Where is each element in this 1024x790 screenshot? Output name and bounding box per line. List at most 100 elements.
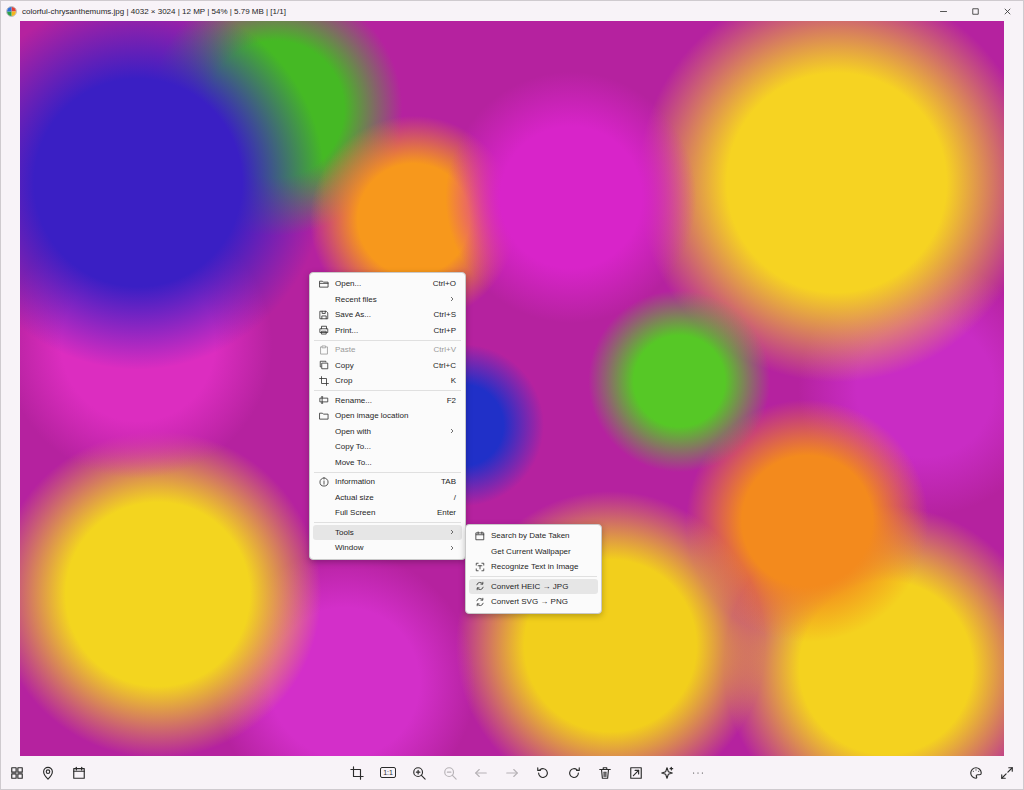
menu-item[interactable]: Open image location bbox=[313, 408, 462, 424]
toolbar-button[interactable] bbox=[344, 761, 370, 785]
submenu-item[interactable]: Recognize Text in Image bbox=[469, 559, 598, 575]
toolbar-button[interactable] bbox=[963, 761, 989, 785]
menu-item[interactable]: Print...Ctrl+P bbox=[313, 323, 462, 339]
submenu-chevron-icon bbox=[448, 544, 456, 552]
toolbar-button[interactable]: 1:1 bbox=[375, 761, 401, 785]
menu-item[interactable]: Open...Ctrl+O bbox=[313, 276, 462, 292]
menu-item[interactable]: Copy Ctrl+C bbox=[313, 358, 462, 374]
menu-item-shortcut: Ctrl+C bbox=[433, 361, 456, 370]
submenu-item-label: Recognize Text in Image bbox=[491, 562, 592, 571]
menu-item[interactable]: Crop K bbox=[313, 373, 462, 389]
menu-item-label: Copy bbox=[335, 361, 425, 370]
submenu-item[interactable]: Get Current Wallpaper bbox=[469, 544, 598, 560]
menu-item-label: Open... bbox=[335, 279, 425, 288]
toolbar-button[interactable] bbox=[994, 761, 1020, 785]
trash-icon bbox=[598, 766, 612, 780]
minimize-icon bbox=[938, 6, 949, 17]
menu-item-shortcut: K bbox=[451, 376, 456, 385]
clipboard-icon bbox=[319, 345, 329, 355]
submenu-item[interactable]: Convert HEIC → JPG bbox=[469, 579, 598, 595]
toolbar-button[interactable] bbox=[685, 761, 711, 785]
toolbar-button[interactable] bbox=[4, 761, 30, 785]
toolbar-center: 1:1 bbox=[344, 761, 711, 785]
title-bar: colorful-chrysanthemums.jpg | 4032 × 302… bbox=[1, 1, 1023, 21]
previous-arrow-icon bbox=[474, 766, 488, 780]
expand-icon bbox=[1000, 766, 1014, 780]
submenu-chevron-icon bbox=[448, 427, 456, 435]
zoom-in-icon bbox=[412, 766, 426, 780]
convert-arrows-icon bbox=[475, 581, 485, 591]
menu-item-shortcut: TAB bbox=[441, 477, 456, 486]
bottom-toolbar: 1:1 bbox=[1, 756, 1023, 789]
menu-item-shortcut: F2 bbox=[447, 396, 456, 405]
rotate-right-icon bbox=[567, 766, 581, 780]
actual-size-label: 1:1 bbox=[380, 767, 396, 778]
menu-item[interactable]: Copy To... bbox=[313, 439, 462, 455]
toolbar-button[interactable] bbox=[654, 761, 680, 785]
min-button[interactable] bbox=[927, 1, 959, 21]
menu-item[interactable]: Recent files bbox=[313, 292, 462, 308]
rotate-left-icon bbox=[536, 766, 550, 780]
menu-item-label: Actual size bbox=[335, 493, 446, 502]
convert-arrows-icon bbox=[475, 597, 485, 607]
photo[interactable] bbox=[20, 21, 1004, 756]
menu-item-shortcut: Ctrl+V bbox=[434, 345, 456, 354]
toolbar-left bbox=[4, 761, 92, 785]
menu-separator bbox=[314, 390, 461, 391]
toolbar-button[interactable] bbox=[468, 761, 494, 785]
toolbar-right bbox=[963, 761, 1020, 785]
save-icon bbox=[319, 310, 329, 320]
crop-icon bbox=[350, 766, 364, 780]
toolbar-button[interactable] bbox=[623, 761, 649, 785]
toolbar-button[interactable] bbox=[530, 761, 556, 785]
menu-item-shortcut: Ctrl+S bbox=[434, 310, 456, 319]
toolbar-button[interactable] bbox=[592, 761, 618, 785]
menu-item-shortcut: Ctrl+P bbox=[434, 326, 456, 335]
rename-icon bbox=[319, 395, 329, 405]
menu-item[interactable]: Open with bbox=[313, 424, 462, 440]
menu-item[interactable]: Window bbox=[313, 540, 462, 556]
toolbar-button[interactable] bbox=[35, 761, 61, 785]
folder-icon bbox=[319, 411, 329, 421]
app-logo-icon bbox=[6, 6, 17, 17]
toolbar-button[interactable] bbox=[406, 761, 432, 785]
menu-item-label: Open image location bbox=[335, 411, 456, 420]
menu-item-shortcut: Enter bbox=[437, 508, 456, 517]
submenu-item-label: Convert HEIC → JPG bbox=[491, 582, 592, 591]
location-pin-icon bbox=[41, 766, 55, 780]
menu-item-label: Paste bbox=[335, 345, 426, 354]
copy-icon bbox=[319, 360, 329, 370]
menu-item-label: Copy To... bbox=[335, 442, 456, 451]
submenu-item-label: Convert SVG → PNG bbox=[491, 597, 592, 606]
toolbar-button[interactable] bbox=[499, 761, 525, 785]
menu-item-label: Window bbox=[335, 543, 448, 552]
menu-item[interactable]: Move To... bbox=[313, 455, 462, 471]
toolbar-button[interactable] bbox=[437, 761, 463, 785]
max-button[interactable] bbox=[959, 1, 991, 21]
menu-item[interactable]: Rename...F2 bbox=[313, 393, 462, 409]
menu-item-shortcut: / bbox=[454, 493, 456, 502]
calendar-icon bbox=[475, 531, 485, 541]
submenu-item-label: Search by Date Taken bbox=[491, 531, 592, 540]
menu-separator bbox=[314, 340, 461, 341]
menu-item[interactable]: Information TAB bbox=[313, 474, 462, 490]
menu-item[interactable]: Full ScreenEnter bbox=[313, 505, 462, 521]
menu-item[interactable]: Save As...Ctrl+S bbox=[313, 307, 462, 323]
toolbar-button[interactable] bbox=[561, 761, 587, 785]
palette-icon bbox=[969, 766, 983, 780]
zoom-out-icon bbox=[443, 766, 457, 780]
submenu-item[interactable]: Search by Date Taken bbox=[469, 528, 598, 544]
menu-item[interactable]: Actual size / bbox=[313, 490, 462, 506]
submenu-item[interactable]: Convert SVG → PNG bbox=[469, 594, 598, 610]
menu-item-label: Crop bbox=[335, 376, 443, 385]
menu-item[interactable]: Tools bbox=[313, 525, 462, 541]
close-button[interactable] bbox=[991, 1, 1023, 21]
toolbar-button[interactable] bbox=[66, 761, 92, 785]
menu-item[interactable]: Paste Ctrl+V bbox=[313, 342, 462, 358]
menu-separator bbox=[470, 576, 597, 577]
window-title: colorful-chrysanthemums.jpg | 4032 × 302… bbox=[22, 7, 922, 16]
menu-item-label: Information bbox=[335, 477, 433, 486]
submenu-chevron-icon bbox=[448, 295, 456, 303]
printer-icon bbox=[319, 325, 329, 335]
more-dots-icon bbox=[691, 766, 705, 780]
